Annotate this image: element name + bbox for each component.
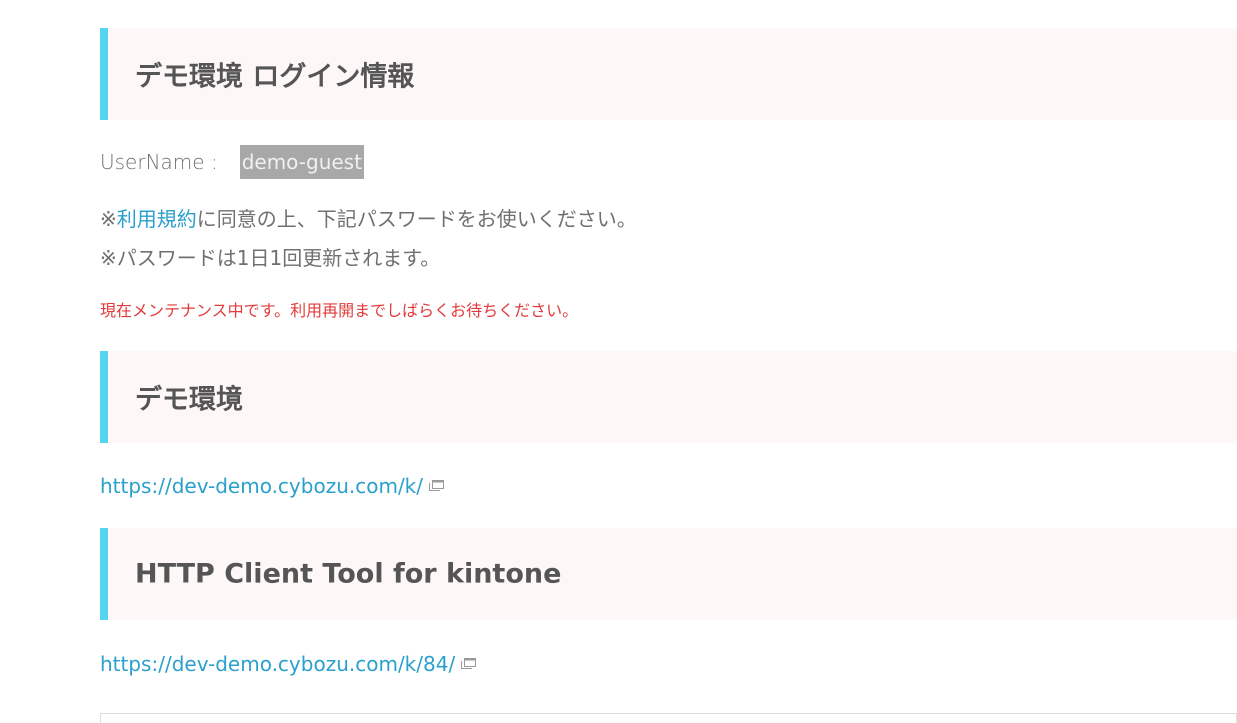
maintenance-notice: 現在メンテナンス中です。利用再開までしばらくお待ちください。: [100, 301, 579, 320]
content-box-edge: [100, 713, 1237, 723]
terms-link[interactable]: 利用規約: [117, 207, 197, 231]
demo-env-link[interactable]: https://dev-demo.cybozu.com/k/: [100, 474, 423, 498]
username-row: UserName : demo-guest: [100, 145, 364, 179]
external-link-icon[interactable]: [461, 658, 477, 669]
username-label: UserName :: [100, 150, 218, 174]
http-tool-link-row: https://dev-demo.cybozu.com/k/84/: [100, 649, 477, 679]
demo-link-row: https://dev-demo.cybozu.com/k/: [100, 471, 444, 501]
demo-env-heading-block: デモ環境: [100, 351, 1237, 443]
password-update-note: ※パスワードは1日1回更新されます。: [100, 246, 441, 270]
login-info-heading-block: デモ環境 ログイン情報: [100, 28, 1237, 120]
terms-note-prefix: ※: [100, 207, 117, 231]
demo-env-heading: デモ環境: [135, 384, 243, 416]
http-tool-link[interactable]: https://dev-demo.cybozu.com/k/84/: [100, 652, 455, 676]
terms-note: ※利用規約に同意の上、下記パスワードをお使いください。: [100, 205, 637, 233]
http-tool-heading: HTTP Client Tool for kintone: [135, 558, 562, 590]
external-link-icon[interactable]: [429, 480, 444, 491]
http-tool-heading-block: HTTP Client Tool for kintone: [100, 528, 1237, 620]
username-value[interactable]: demo-guest: [239, 145, 364, 179]
terms-note-suffix: に同意の上、下記パスワードをお使いください。: [196, 207, 637, 231]
login-info-heading: デモ環境 ログイン情報: [135, 61, 415, 93]
